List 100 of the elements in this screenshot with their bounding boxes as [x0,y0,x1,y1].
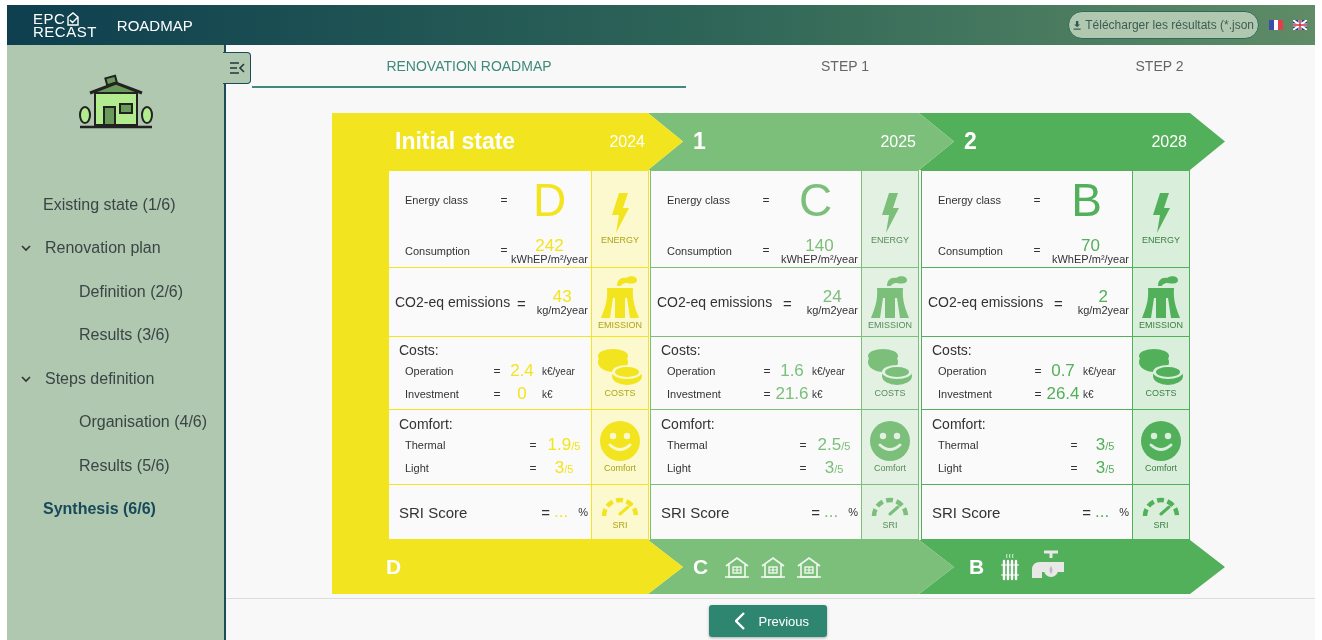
smiley-icon [600,421,640,461]
nav-item[interactable]: Results (5/6) [7,444,224,488]
icon-label: EMISSION [1139,320,1183,330]
equals-sign: = [761,243,771,257]
tab[interactable]: STEP 2 [1004,45,1315,88]
nav-group[interactable]: Renovation plan [7,226,224,270]
tab[interactable]: RENOVATION ROADMAP [252,45,686,88]
house-icon [796,556,823,578]
french-flag-icon[interactable] [1269,20,1283,30]
label: Investment [938,388,993,400]
house-check-icon [66,12,81,26]
coins-icon [867,348,913,386]
logo-text: EPC [33,13,66,25]
label: Thermal [938,439,980,451]
smiley-icon [870,421,910,461]
section-title: Costs: [661,342,702,358]
label: Consumption [938,245,1004,257]
house-icon [760,556,787,578]
unit: % [1119,506,1129,518]
icon-label: Comfort [874,463,906,473]
unit: kWhEP/m²/year [1052,254,1129,265]
icon-label: COSTS [1145,388,1177,398]
equals-sign: = [762,364,772,378]
coins-icon [597,348,643,386]
unit: k€/year [1083,365,1117,377]
value: 43 [552,288,572,305]
nav-item[interactable]: Definition (2/6) [7,270,224,314]
label: Consumption [667,245,733,257]
label: Energy class [667,194,731,206]
label: Light [938,462,963,474]
equals-sign: = [528,438,538,452]
british-flag-icon[interactable] [1293,20,1307,30]
nav-item[interactable]: Results (3/6) [7,313,224,357]
equals-sign: = [811,503,821,521]
unit: kWhEP/m²/year [511,254,588,265]
equals-sign: = [492,387,502,401]
equals-sign: = [528,461,538,475]
score: 3/5 [823,458,845,478]
icon-label: SRI [612,520,628,530]
label: CO2-eq emissions [928,294,1044,310]
icon-label: EMISSION [868,320,912,330]
value: 2 [1098,288,1109,305]
cooling-tower-icon [599,274,641,318]
section-title: Comfort: [399,416,454,432]
unit: k€ [812,388,824,400]
value: ... [1095,502,1110,522]
value: 1.6 [779,361,805,381]
label: SRI Score [661,503,730,521]
icon-label: ENERGY [601,235,639,245]
step-year: 2024 [609,132,645,151]
nav-item[interactable]: Existing state (1/6) [7,183,224,227]
icon-label: Comfort [604,463,636,473]
chevron-icon [21,374,31,383]
value: 140 [805,237,834,254]
unit: % [578,506,588,518]
previous-button[interactable]: Previous [708,605,827,637]
value: ... [554,502,569,522]
label: Thermal [405,439,447,451]
unit: k€/year [812,365,846,377]
coins-icon [1138,348,1184,386]
equals-sign: = [762,387,772,401]
collapse-sidebar-button[interactable] [223,52,251,84]
nav-item[interactable]: Synthesis (6/6) [7,487,224,531]
icon-label: COSTS [874,388,906,398]
label: Light [667,462,692,474]
step-title: 1 [693,128,707,155]
label: Investment [405,388,460,400]
lightning-icon [880,193,900,233]
unit: kg/m2year [806,305,858,316]
chevron-left-icon [734,612,745,630]
section-title: Comfort: [661,416,716,432]
nav-item[interactable]: Organisation (4/6) [7,400,224,444]
value: 0.7 [1050,361,1076,381]
equals-sign: = [1069,438,1079,452]
unit: kg/m2year [536,305,588,316]
step-year: 2028 [1151,132,1187,151]
icon-label: Comfort [1145,463,1177,473]
value: 21.6 [774,384,810,404]
icon-label: EMISSION [598,320,642,330]
equals-sign: = [1069,461,1079,475]
unit: k€ [542,388,554,400]
section-title: Costs: [399,342,440,358]
label: CO2-eq emissions [657,294,773,310]
lightning-icon [1151,193,1171,233]
equals-sign: = [492,364,502,378]
step-title: Initial state [395,128,517,155]
equals-sign: = [798,461,808,475]
value: 24 [822,288,842,305]
download-button[interactable]: Télécharger les résultats (*.json [1068,11,1259,39]
value: 0 [516,384,528,404]
nav-group[interactable]: Steps definition [7,357,224,401]
equals-sign: = [761,193,771,207]
label: Operation [938,365,988,377]
equals-sign: = [1033,364,1043,378]
tab[interactable]: STEP 1 [686,45,1004,88]
equals-sign: = [1033,387,1043,401]
value: 26.4 [1045,384,1081,404]
cooling-tower-icon [869,274,911,318]
section-title: Costs: [932,342,973,358]
energy-class: C [797,173,834,227]
